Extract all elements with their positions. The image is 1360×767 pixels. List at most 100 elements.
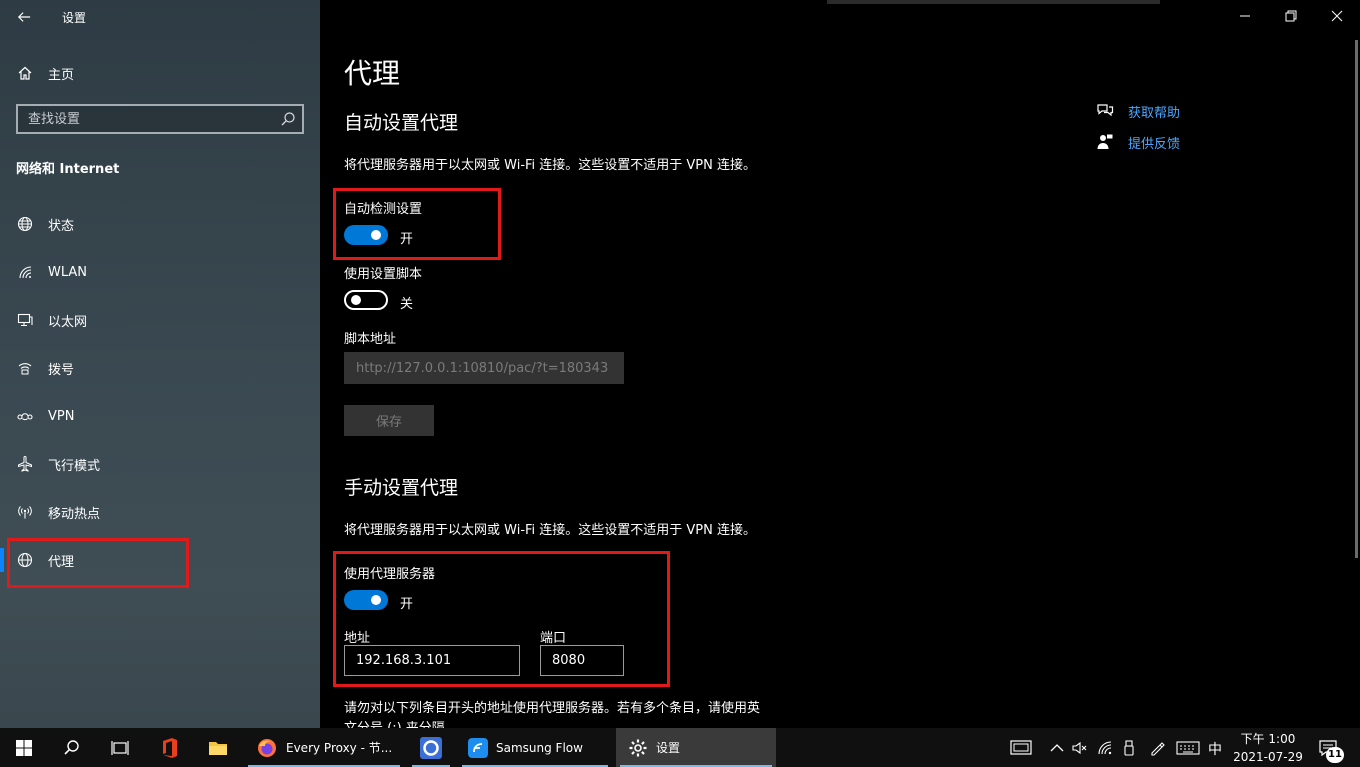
exceptions-line-1: 请勿对以下列条目开头的地址使用代理服务器。若有多个条目，请使用英 bbox=[344, 701, 761, 716]
sidebar-item-ethernet[interactable]: 以太网 bbox=[0, 300, 320, 340]
sidebar-item-airplane[interactable]: 飞行模式 bbox=[0, 444, 320, 484]
sidebar-item-status[interactable]: 状态 bbox=[0, 204, 320, 244]
settings-search-box[interactable] bbox=[16, 104, 304, 134]
section-title: 网络和 Internet bbox=[16, 162, 120, 177]
clock-date: 2021-07-29 bbox=[1233, 750, 1303, 764]
home-label: 主页 bbox=[48, 67, 75, 83]
auto-detect-label: 自动检测设置 bbox=[344, 202, 423, 217]
auto-detect-toggle[interactable] bbox=[344, 225, 388, 245]
script-address-label: 脚本地址 bbox=[344, 332, 397, 347]
taskbar-app-label: Every Proxy - 节... bbox=[286, 741, 393, 755]
ethernet-icon bbox=[16, 311, 34, 329]
script-address-field[interactable]: http://127.0.0.1:10810/pac/?t=180343 bbox=[344, 352, 624, 384]
wifi-tray-icon[interactable] bbox=[1096, 739, 1114, 757]
home-nav-item[interactable]: 主页 bbox=[0, 56, 320, 90]
action-center-button[interactable]: 11 bbox=[1316, 736, 1344, 763]
setup-script-toggle[interactable] bbox=[344, 290, 388, 310]
home-icon bbox=[16, 64, 34, 82]
sidebar-item-vpn[interactable]: VPN bbox=[0, 396, 320, 436]
search-icon[interactable] bbox=[280, 111, 296, 127]
minimize-icon bbox=[1240, 15, 1250, 17]
sidebar-item-label: 拨号 bbox=[48, 362, 75, 378]
taskbar-app-samsung-flow[interactable]: Samsung Flow bbox=[458, 728, 612, 767]
minimize-button[interactable] bbox=[1222, 0, 1268, 32]
task-view-icon bbox=[111, 740, 129, 755]
proxy-address-field[interactable]: 192.168.3.101 bbox=[344, 645, 520, 676]
sidebar: 设置 主页 网络和 Internet 状态 WLAN 以太网 拨号 bbox=[0, 0, 320, 728]
help-chat-icon bbox=[1097, 104, 1114, 117]
taskbar-app-settings[interactable]: 设置 bbox=[616, 728, 776, 767]
top-strip bbox=[827, 0, 1160, 4]
clock[interactable]: 下午 1:00 2021-07-29 bbox=[1228, 730, 1308, 766]
samsung-flow-icon bbox=[468, 737, 488, 758]
sidebar-item-dialup[interactable]: 拨号 bbox=[0, 348, 320, 388]
setup-script-label: 使用设置脚本 bbox=[344, 267, 423, 282]
feedback-person-icon bbox=[1097, 134, 1113, 149]
title-bar: 设置 bbox=[0, 0, 320, 34]
sidebar-item-label: 移动热点 bbox=[48, 506, 101, 522]
exceptions-line-2: 文分号 (;) 来分隔。 bbox=[344, 719, 804, 728]
keyboard-icon[interactable] bbox=[1176, 739, 1200, 757]
sidebar-item-hotspot[interactable]: 移动热点 bbox=[0, 492, 320, 532]
start-button[interactable] bbox=[0, 728, 48, 767]
auto-proxy-heading: 自动设置代理 bbox=[344, 112, 459, 134]
taskbar: Every Proxy - 节... Samsung Flow 设置 中 下午 … bbox=[0, 728, 1360, 767]
taskbar-app-label: Samsung Flow bbox=[496, 740, 583, 755]
use-proxy-toggle[interactable] bbox=[344, 590, 388, 610]
window-controls bbox=[1222, 0, 1360, 32]
manual-proxy-heading: 手动设置代理 bbox=[344, 477, 459, 499]
auto-proxy-description: 将代理服务器用于以太网或 Wi-Fi 连接。这些设置不适用于 VPN 连接。 bbox=[344, 158, 757, 173]
app-title: 设置 bbox=[62, 11, 87, 25]
restore-button[interactable] bbox=[1268, 0, 1314, 32]
search-taskbar-button[interactable] bbox=[48, 728, 96, 767]
firefox-icon bbox=[258, 738, 276, 757]
use-proxy-label: 使用代理服务器 bbox=[344, 567, 436, 582]
wifi-icon bbox=[16, 263, 34, 281]
usb-device-icon[interactable] bbox=[1120, 739, 1138, 757]
airplane-icon bbox=[16, 455, 34, 473]
get-help-label[interactable]: 获取帮助 bbox=[1128, 102, 1180, 121]
taskbar-app-every-proxy[interactable]: Every Proxy - 节... bbox=[244, 728, 404, 767]
back-button[interactable] bbox=[10, 5, 38, 29]
taskbar-app-browser[interactable] bbox=[408, 728, 454, 767]
proxy-port-field[interactable]: 8080 bbox=[540, 645, 624, 676]
folder-icon bbox=[209, 741, 227, 755]
setup-script-state: 关 bbox=[400, 297, 414, 312]
sidebar-item-wlan[interactable]: WLAN bbox=[0, 252, 320, 292]
back-arrow-icon bbox=[17, 12, 31, 22]
ime-indicator[interactable]: 中 bbox=[1208, 739, 1222, 759]
restore-icon bbox=[1285, 10, 1297, 22]
dialup-icon bbox=[16, 359, 34, 377]
circle-app-icon bbox=[420, 736, 442, 759]
taskbar-app-label: 设置 bbox=[656, 741, 681, 755]
office-app-button[interactable] bbox=[148, 728, 192, 767]
sidebar-item-label: 代理 bbox=[48, 554, 75, 570]
desktop-icon[interactable] bbox=[1010, 739, 1032, 757]
volume-muted-icon[interactable] bbox=[1071, 739, 1089, 757]
proxy-port-label: 端口 bbox=[540, 631, 567, 646]
exceptions-description: 请勿对以下列条目开头的地址使用代理服务器。若有多个条目，请使用英 文分号 (;)… bbox=[344, 699, 804, 728]
save-button[interactable]: 保存 bbox=[344, 405, 434, 436]
sidebar-item-label: 飞行模式 bbox=[48, 458, 101, 474]
sidebar-item-label: 状态 bbox=[48, 218, 75, 234]
main-content: 代理 自动设置代理 将代理服务器用于以太网或 Wi-Fi 连接。这些设置不适用于… bbox=[320, 0, 1360, 728]
sidebar-item-label: WLAN bbox=[48, 264, 88, 280]
vpn-icon bbox=[16, 407, 34, 425]
globe-status-icon bbox=[16, 215, 34, 233]
sidebar-item-label: 以太网 bbox=[48, 314, 88, 330]
page-title: 代理 bbox=[344, 57, 401, 90]
file-explorer-button[interactable] bbox=[196, 728, 240, 767]
feedback-label[interactable]: 提供反馈 bbox=[1128, 133, 1180, 152]
pen-icon[interactable] bbox=[1148, 739, 1166, 757]
sidebar-item-proxy[interactable]: 代理 bbox=[0, 540, 320, 580]
close-button[interactable] bbox=[1314, 0, 1360, 32]
chevron-up-icon[interactable] bbox=[1048, 739, 1066, 757]
search-input[interactable] bbox=[18, 106, 268, 132]
task-view-button[interactable] bbox=[96, 728, 144, 767]
close-icon bbox=[1331, 10, 1343, 22]
clock-time: 下午 1:00 bbox=[1240, 732, 1296, 746]
scrollbar[interactable] bbox=[1355, 40, 1358, 558]
office-icon bbox=[163, 737, 177, 758]
proxy-address-label: 地址 bbox=[344, 631, 371, 646]
use-proxy-state: 开 bbox=[400, 597, 414, 612]
